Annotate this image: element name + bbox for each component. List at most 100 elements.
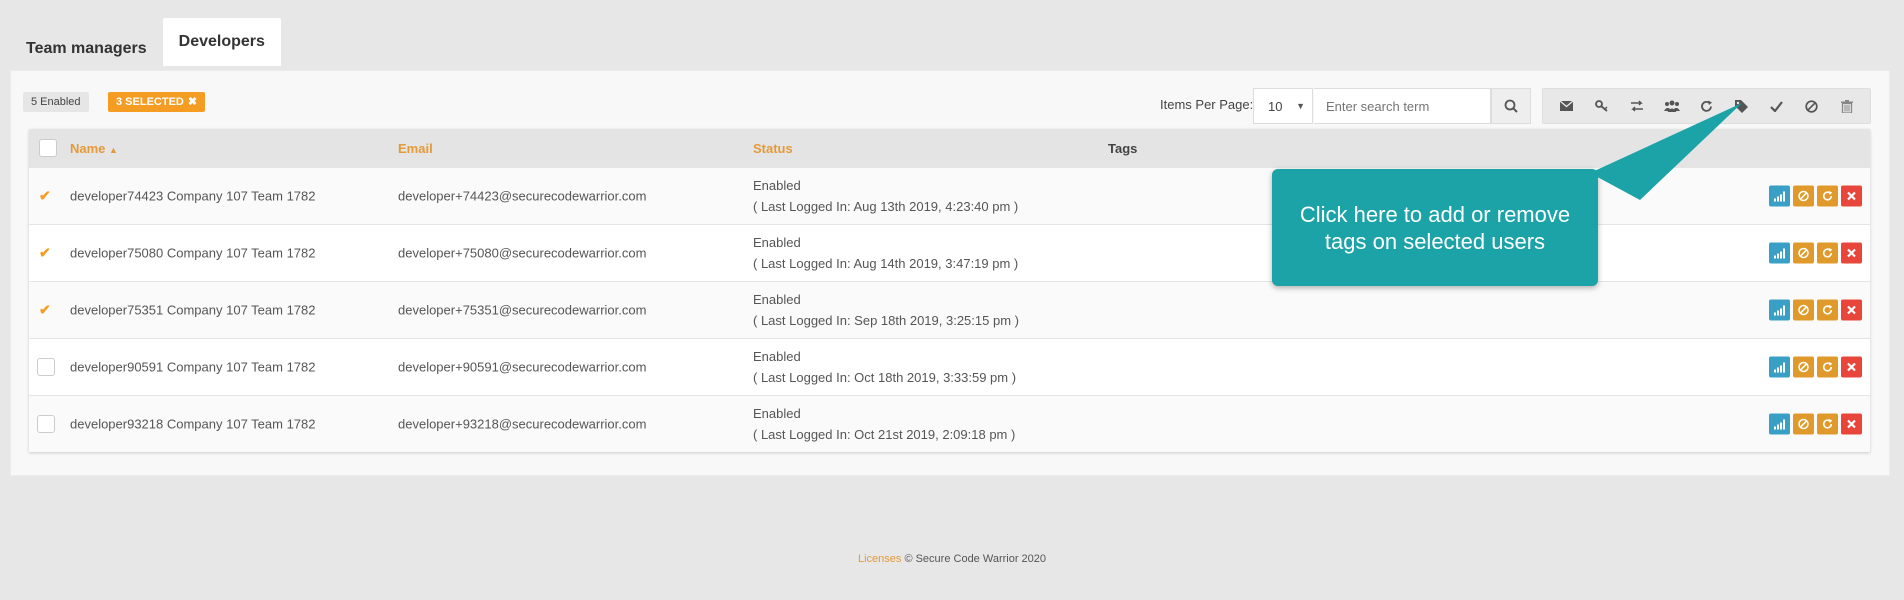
row-email: developer+75080@securecodewarrior.com bbox=[398, 245, 647, 261]
stats-icon bbox=[1774, 248, 1785, 258]
assign-team-button[interactable] bbox=[1657, 91, 1687, 121]
reset-icon bbox=[1822, 248, 1833, 258]
row-reset-button[interactable] bbox=[1817, 413, 1838, 435]
row-email: developer+90591@securecodewarrior.com bbox=[398, 359, 647, 375]
selected-count-badge[interactable]: 3 SELECTED ✖ bbox=[108, 92, 206, 112]
row-stats-button[interactable] bbox=[1769, 413, 1790, 435]
row-selected-check-icon[interactable]: ✔ bbox=[39, 245, 51, 262]
row-email: developer+93218@securecodewarrior.com bbox=[398, 416, 647, 432]
stats-icon bbox=[1774, 305, 1785, 315]
row-disable-button[interactable] bbox=[1793, 299, 1814, 321]
items-per-page-label: Items Per Page: bbox=[1160, 97, 1254, 112]
refresh-button[interactable] bbox=[1692, 91, 1722, 121]
tab-bar: Team managers Developers bbox=[10, 18, 281, 70]
search-button[interactable] bbox=[1491, 88, 1531, 124]
reset-icon bbox=[1822, 191, 1833, 201]
selected-count-label: 3 SELECTED bbox=[116, 96, 184, 108]
table-header: Name ▲ Email Status Tags bbox=[29, 129, 1870, 167]
delete-users-button[interactable] bbox=[1832, 91, 1862, 121]
table-row[interactable]: ✔ developer75351 Company 107 Team 1782 d… bbox=[29, 281, 1870, 338]
row-delete-button[interactable] bbox=[1841, 299, 1862, 321]
column-header-name[interactable]: Name ▲ bbox=[70, 141, 118, 156]
transfer-users-button[interactable] bbox=[1622, 91, 1652, 121]
row-actions bbox=[1769, 413, 1862, 435]
row-status-value: Enabled bbox=[753, 349, 801, 364]
block-icon bbox=[1798, 361, 1809, 373]
row-disable-button[interactable] bbox=[1793, 242, 1814, 264]
row-delete-button[interactable] bbox=[1841, 356, 1862, 378]
row-delete-button[interactable] bbox=[1841, 242, 1862, 264]
row-last-login: ( Last Logged In: Aug 13th 2019, 4:23:40… bbox=[753, 199, 1019, 214]
tab-team-managers[interactable]: Team managers bbox=[10, 18, 163, 70]
refresh-icon bbox=[1701, 100, 1712, 112]
column-header-tags: Tags bbox=[1108, 140, 1138, 156]
row-selected-check-icon[interactable]: ✔ bbox=[39, 302, 51, 319]
reset-icon bbox=[1822, 305, 1833, 315]
sort-ascending-icon: ▲ bbox=[109, 144, 118, 155]
row-stats-button[interactable] bbox=[1769, 299, 1790, 321]
row-reset-button[interactable] bbox=[1817, 299, 1838, 321]
row-delete-button[interactable] bbox=[1841, 185, 1862, 207]
delete-icon bbox=[1847, 191, 1856, 201]
reset-password-button[interactable] bbox=[1587, 91, 1617, 121]
copyright-text: © Secure Code Warrior 2020 bbox=[904, 553, 1047, 565]
table-row[interactable]: developer93218 Company 107 Team 1782 dev… bbox=[29, 395, 1870, 452]
block-icon bbox=[1805, 99, 1818, 113]
row-stats-button[interactable] bbox=[1769, 242, 1790, 264]
row-reset-button[interactable] bbox=[1817, 356, 1838, 378]
items-per-page-select[interactable]: 10 ▼ bbox=[1253, 88, 1313, 124]
stats-icon bbox=[1774, 362, 1785, 372]
licenses-link[interactable]: Licenses bbox=[858, 553, 901, 565]
envelope-icon bbox=[1560, 101, 1573, 111]
row-status-value: Enabled bbox=[753, 292, 801, 307]
column-header-email[interactable]: Email bbox=[398, 141, 433, 156]
table-row[interactable]: developer90591 Company 107 Team 1782 dev… bbox=[29, 338, 1870, 395]
delete-icon bbox=[1847, 305, 1856, 315]
enable-users-button[interactable] bbox=[1762, 91, 1792, 121]
reset-icon bbox=[1822, 362, 1833, 372]
row-status: Enabled ( Last Logged In: Sep 18th 2019,… bbox=[753, 292, 1019, 328]
row-disable-button[interactable] bbox=[1793, 356, 1814, 378]
disable-users-button[interactable] bbox=[1797, 91, 1827, 121]
row-status-value: Enabled bbox=[753, 235, 801, 250]
row-actions bbox=[1769, 356, 1862, 378]
row-status: Enabled ( Last Logged In: Aug 14th 2019,… bbox=[753, 235, 1018, 271]
clear-selection-icon[interactable]: ✖ bbox=[188, 92, 197, 112]
row-delete-button[interactable] bbox=[1841, 413, 1862, 435]
row-reset-button[interactable] bbox=[1817, 185, 1838, 207]
row-stats-button[interactable] bbox=[1769, 185, 1790, 207]
email-users-button[interactable] bbox=[1552, 91, 1582, 121]
search-input[interactable] bbox=[1314, 88, 1491, 124]
block-icon bbox=[1798, 418, 1809, 430]
enabled-count-badge: 5 Enabled bbox=[23, 92, 89, 112]
bulk-action-bar bbox=[1542, 88, 1871, 124]
row-checkbox[interactable] bbox=[37, 358, 55, 376]
developers-panel: 5 Enabled 3 SELECTED ✖ Items Per Page: 1… bbox=[10, 70, 1890, 476]
tags-tooltip-callout: Click here to add or remove tags on sele… bbox=[1272, 169, 1598, 286]
row-name: developer75351 Company 107 Team 1782 bbox=[70, 302, 316, 318]
row-status: Enabled ( Last Logged In: Oct 18th 2019,… bbox=[753, 349, 1016, 385]
tab-developers[interactable]: Developers bbox=[162, 18, 281, 66]
tags-button[interactable] bbox=[1727, 91, 1757, 121]
row-disable-button[interactable] bbox=[1793, 413, 1814, 435]
stats-icon bbox=[1774, 419, 1785, 429]
row-last-login: ( Last Logged In: Aug 14th 2019, 3:47:19… bbox=[753, 256, 1019, 271]
row-email: developer+74423@securecodewarrior.com bbox=[398, 188, 647, 204]
row-reset-button[interactable] bbox=[1817, 242, 1838, 264]
row-status: Enabled ( Last Logged In: Aug 13th 2019,… bbox=[753, 178, 1018, 214]
row-last-login: ( Last Logged In: Oct 18th 2019, 3:33:59… bbox=[753, 370, 1017, 385]
select-all-checkbox[interactable] bbox=[39, 139, 57, 157]
row-selected-check-icon[interactable]: ✔ bbox=[39, 188, 51, 205]
column-header-status[interactable]: Status bbox=[753, 141, 793, 156]
chevron-down-icon: ▼ bbox=[1296, 101, 1305, 111]
row-checkbox[interactable] bbox=[37, 415, 55, 433]
delete-icon bbox=[1847, 419, 1856, 429]
row-stats-button[interactable] bbox=[1769, 356, 1790, 378]
row-disable-button[interactable] bbox=[1793, 185, 1814, 207]
row-name: developer93218 Company 107 Team 1782 bbox=[70, 416, 316, 432]
reset-icon bbox=[1822, 419, 1833, 429]
items-per-page-value: 10 bbox=[1268, 98, 1283, 114]
row-status: Enabled ( Last Logged In: Oct 21st 2019,… bbox=[753, 406, 1015, 442]
row-name: developer90591 Company 107 Team 1782 bbox=[70, 359, 316, 375]
block-icon bbox=[1798, 304, 1809, 316]
